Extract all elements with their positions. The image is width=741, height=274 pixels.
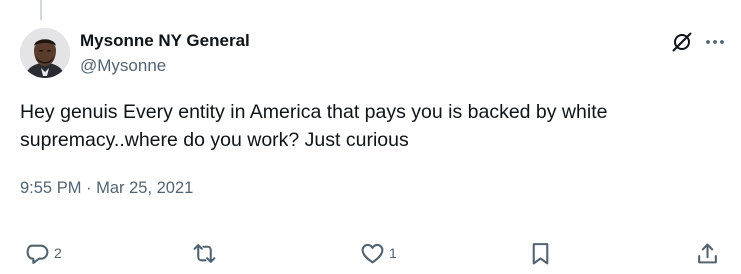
share-button[interactable] [695,240,720,266]
author-handle[interactable]: @Mysonne [80,55,166,77]
bookmark-button[interactable] [528,240,553,266]
reply-count: 2 [54,245,62,261]
retweet-button[interactable] [192,240,221,266]
heart-icon [361,243,384,263]
more-icon[interactable] [703,30,727,54]
author-name[interactable]: Mysonne NY General [80,30,250,52]
avatar[interactable] [20,28,70,78]
bookmark-icon [532,242,549,264]
avatar-image [20,28,70,78]
grok-icon[interactable] [670,30,694,54]
share-icon [698,243,717,263]
like-button[interactable]: 1 [360,240,397,266]
tweet-timestamp[interactable]: 9:55 PM · Mar 25, 2021 [20,177,193,199]
thread-connector-line [40,0,42,20]
tweet-text: Hey genuis Every entity in America that … [20,101,613,151]
reply-icon [26,244,49,264]
reply-button[interactable]: 2 [25,240,62,266]
retweet-icon [193,243,216,263]
like-count: 1 [389,245,397,261]
